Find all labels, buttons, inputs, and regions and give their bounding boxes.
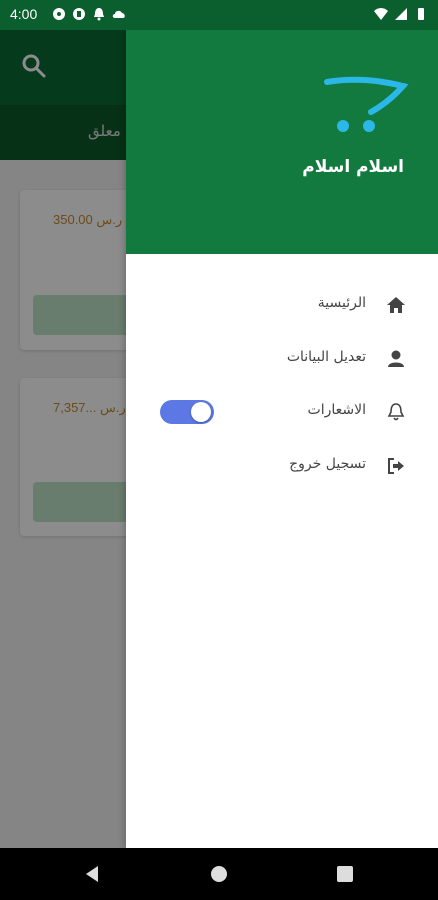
home-icon — [387, 297, 405, 313]
home-nav-icon[interactable] — [207, 862, 231, 886]
status-system-icons — [374, 7, 428, 21]
notifications-toggle[interactable] — [160, 400, 214, 424]
status-bar: 4:00 — [0, 0, 438, 30]
menu-item-label: تسجيل خروج — [289, 456, 366, 472]
user-icon — [388, 350, 404, 367]
menu-item-home[interactable]: الرئيسية — [126, 280, 438, 330]
menu-item-notifications[interactable]: الاشعارات — [126, 387, 438, 437]
menu-item-label: الاشعارات — [307, 402, 366, 418]
navigation-drawer: اسلام اسلام الرئيسية تعديل البيانات الاش… — [126, 30, 438, 848]
menu-item-logout[interactable]: تسجيل خروج — [126, 441, 438, 491]
bell-icon — [387, 403, 405, 421]
battery-icon — [418, 8, 424, 20]
menu-item-label: تعديل البيانات — [286, 349, 366, 365]
menu-item-edit-profile[interactable]: تعديل البيانات — [126, 334, 438, 384]
system-nav-bar — [0, 848, 438, 900]
menu-item-label: الرئيسية — [317, 295, 366, 311]
user-name: اسلام اسلام — [302, 157, 404, 177]
logout-icon — [388, 458, 404, 474]
bell-status-icon — [94, 8, 104, 21]
soccer-icon — [53, 8, 65, 20]
recents-icon[interactable] — [333, 862, 357, 886]
toggle-knob — [191, 402, 211, 422]
cart-logo-icon — [324, 76, 409, 132]
back-icon[interactable] — [80, 862, 104, 886]
drawer-header: اسلام اسلام — [126, 30, 438, 254]
signal-icon — [395, 8, 407, 20]
status-time: 4:00 — [10, 6, 38, 22]
cloud-icon — [112, 10, 125, 18]
app-notification-icon — [73, 8, 85, 20]
status-notification-icons — [52, 7, 126, 21]
wifi-icon — [374, 8, 388, 20]
